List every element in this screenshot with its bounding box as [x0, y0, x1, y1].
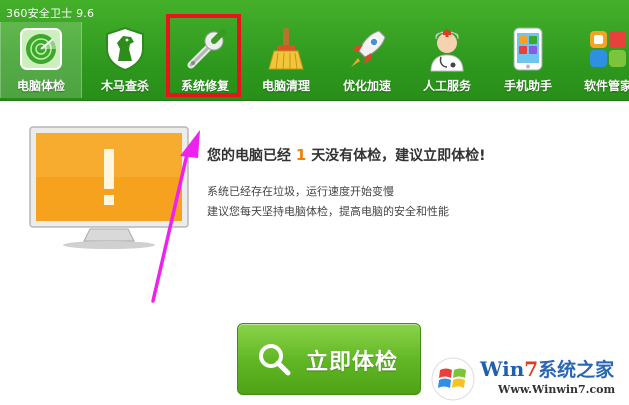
- watermark-brand: Win7系统之家: [480, 355, 614, 382]
- tab-label: 人工服务: [422, 79, 471, 93]
- tab-software-manager[interactable]: 软件管家: [568, 22, 629, 98]
- site-watermark: Win7系统之家 Www.Winwin7.com: [428, 352, 629, 405]
- brand-rest: 系统之家: [538, 359, 615, 381]
- app-title: 360安全卫士 9.6: [6, 7, 95, 20]
- phone-icon: [504, 25, 552, 73]
- status-line-2: 建议您每天坚持电脑体检，提高电脑的安全和性能: [207, 205, 449, 218]
- status-suffix: 天没有体检，建议立即体检!: [311, 148, 486, 164]
- tab-optimize-speed[interactable]: 优化加速: [327, 22, 407, 98]
- radar-icon: [17, 25, 65, 73]
- watermark-url: Www.Winwin7.com: [498, 383, 616, 396]
- main-toolbar: 电脑体检 木马查杀 系统修复 电脑清理 优化加速 人工服务 手机助手 软件管家: [0, 22, 629, 98]
- tab-pc-checkup[interactable]: 电脑体检: [0, 22, 82, 98]
- horse-shield-icon: [101, 25, 149, 73]
- tab-trojan-scan[interactable]: 木马查杀: [85, 22, 165, 98]
- apps-icon: [584, 25, 629, 73]
- tab-phone-assistant[interactable]: 手机助手: [488, 22, 568, 98]
- days-count: 1: [295, 146, 307, 164]
- status-prefix: 您的电脑已经: [207, 148, 291, 164]
- doctor-icon: [423, 25, 471, 73]
- brand-win: Win: [480, 357, 525, 381]
- tab-label: 电脑清理: [261, 79, 310, 93]
- tab-label: 优化加速: [342, 79, 391, 93]
- tab-pc-cleanup[interactable]: 电脑清理: [246, 22, 326, 98]
- tab-manual-service[interactable]: 人工服务: [407, 22, 487, 98]
- checkup-status: 您的电脑已经 1 天没有体检，建议立即体检!: [207, 145, 486, 165]
- pointer-arrow: [150, 128, 210, 303]
- brand-seven: 7: [524, 357, 539, 381]
- tab-label: 软件管家: [583, 79, 629, 93]
- scan-now-button[interactable]: 立即体检: [237, 323, 421, 395]
- search-icon: [256, 341, 292, 377]
- tab-label: 电脑体检: [16, 79, 65, 93]
- highlight-box: [166, 14, 241, 97]
- header-bar: 360安全卫士 9.6 电脑体检 木马查杀 系统修复 电脑清理 优化加速 人工服…: [0, 0, 629, 101]
- scan-now-label: 立即体检: [306, 350, 399, 375]
- tab-label: 木马查杀: [100, 79, 149, 93]
- rocket-icon: [343, 25, 391, 73]
- windows-logo-icon: [431, 357, 475, 401]
- status-line-1: 系统已经存在垃圾，运行速度开始变慢: [207, 185, 394, 198]
- tab-label: 手机助手: [503, 79, 552, 93]
- broom-icon: [262, 25, 310, 73]
